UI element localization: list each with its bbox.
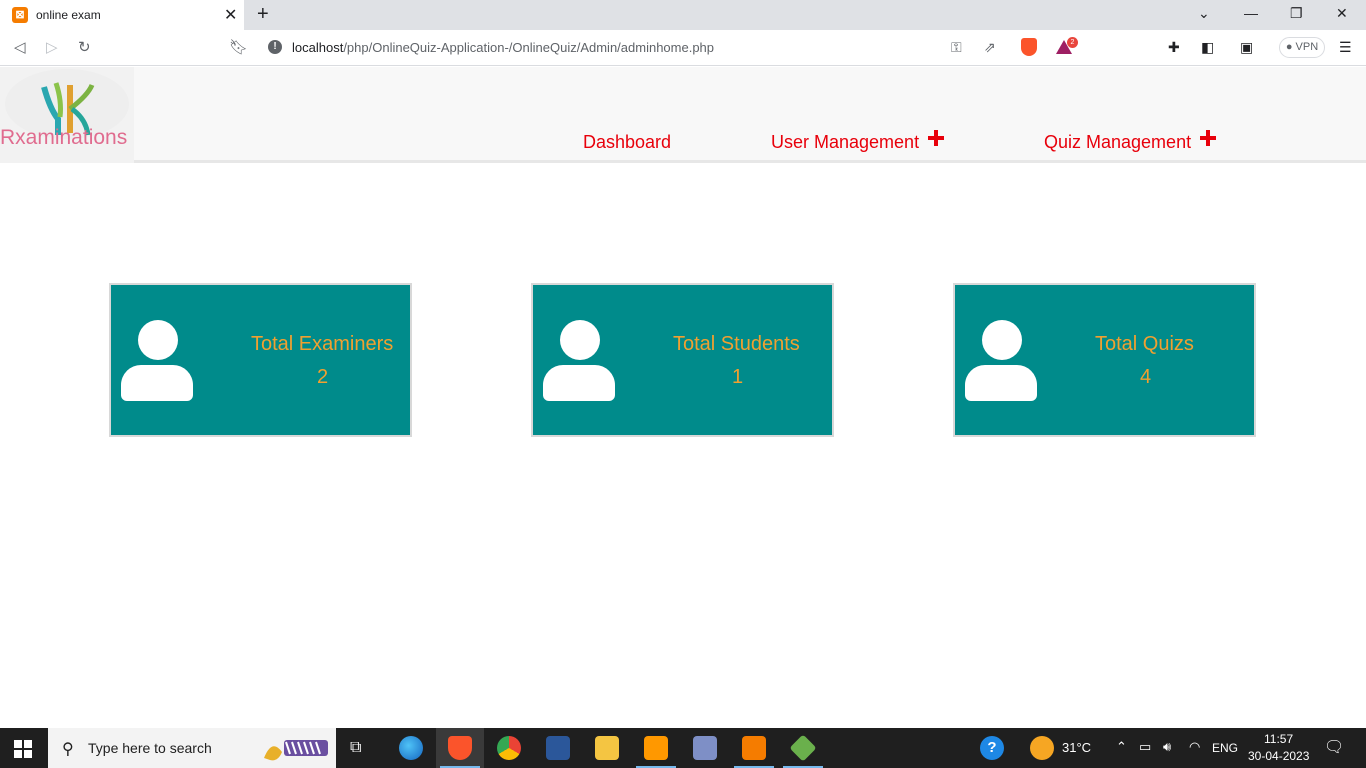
browser-tab[interactable]: ⊠ online exam ✕ [0,0,244,30]
search-placeholder: Type here to search [88,740,212,756]
windows-taskbar: ⚲ Type here to search ⧉ ? 31°C ⌃ ▭ 🔊︎ ◠ … [0,728,1366,768]
show-hidden-icons[interactable]: ⌃ [1116,739,1127,755]
windows-start-icon[interactable] [14,740,32,758]
stat-card-students: Total Students 1 [531,283,834,437]
xampp-favicon-icon: ⊠ [12,7,28,23]
taskbar-search-box[interactable]: ⚲ Type here to search [48,728,336,768]
bookmark-icon[interactable]: 🔖︎ [229,38,248,56]
tab-search-chevron-icon[interactable]: ⌄ [1198,5,1210,22]
stat-value: 2 [317,366,329,388]
user-icon [982,320,1022,360]
stat-value: 1 [732,366,744,388]
extensions-icon[interactable]: ✚ [1168,39,1180,56]
wifi-icon[interactable]: ◠ [1189,739,1200,755]
forward-icon[interactable]: ▷ [46,38,58,56]
vpn-dot-icon: ● [1285,41,1296,53]
stat-card-examiners: Total Examiners 2 [109,283,412,437]
nav-user-management[interactable]: User Management [771,132,919,153]
rewards-badge: 2 [1067,37,1078,48]
file-explorer-icon[interactable] [595,736,619,760]
search-icon: ⚲ [62,741,74,758]
brave-taskbar-icon[interactable] [448,736,472,760]
share-icon[interactable]: ⇗ [984,39,996,56]
url-text[interactable]: localhost/php/OnlineQuiz-Application-/On… [292,40,714,55]
user-icon-body [121,365,193,401]
back-icon[interactable]: ◁ [14,38,26,56]
brave-shields-icon[interactable] [1021,38,1037,56]
user-management-expand-icon[interactable] [928,130,944,146]
quiz-management-expand-icon[interactable] [1200,130,1216,146]
sidebar-icon[interactable]: ◧ [1201,39,1214,56]
site-header: Rxaminations Dashboard User Management Q… [0,67,1366,163]
word-icon[interactable] [546,736,570,760]
python-icon[interactable] [693,736,717,760]
weather-icon[interactable] [1030,736,1054,760]
reload-icon[interactable]: ↻ [78,38,91,56]
clock-date[interactable]: 30-04-2023 [1248,749,1309,763]
nav-dashboard[interactable]: Dashboard [583,132,671,153]
site-info-icon[interactable]: ! [268,40,282,54]
user-icon-body [965,365,1037,401]
stat-label: Total Examiners [251,333,394,355]
user-icon [138,320,178,360]
stat-label: Total Students [673,333,800,355]
tab-title: online exam [36,8,101,22]
vpn-label: VPN [1295,41,1319,53]
chrome-icon[interactable] [497,736,521,760]
sublime-text-icon[interactable] [644,736,668,760]
minimize-icon[interactable]: — [1244,5,1258,21]
battery-icon[interactable]: ▭ [1139,739,1151,755]
stat-value: 4 [1140,366,1152,388]
new-tab-icon[interactable]: + [257,3,269,26]
close-tab-icon[interactable]: ✕ [224,5,237,25]
logo[interactable]: Rxaminations [0,67,134,163]
stat-card-quizzes: Total Quizs 4 [953,283,1256,437]
volume-icon[interactable]: 🔊︎ [1163,739,1171,755]
vpn-button[interactable]: ● VPN [1279,37,1325,58]
edge-icon[interactable] [399,736,423,760]
url-path: /php/OnlineQuiz-Application-/OnlineQuiz/… [343,40,715,55]
key-icon[interactable]: ⚿ [951,39,962,56]
user-icon-body [543,365,615,401]
brand-name: Rxaminations [0,126,128,149]
task-view-icon[interactable]: ⧉ [350,739,361,757]
search-highlight-icon [264,740,328,761]
nav-quiz-management[interactable]: Quiz Management [1044,132,1191,153]
wallet-icon[interactable]: ▣ [1240,39,1253,56]
git-icon[interactable] [789,734,817,762]
browser-tab-strip: ⊠ online exam ✕ + ⌄ — ❐ ✕ [0,0,1366,30]
window-close-icon[interactable]: ✕ [1336,5,1348,22]
stat-label: Total Quizs [1095,333,1194,355]
xampp-icon[interactable] [742,736,766,760]
browser-toolbar: ◁ ▷ ↻ 🔖︎ ! localhost/php/OnlineQuiz-Appl… [0,30,1366,66]
help-icon[interactable]: ? [980,736,1004,760]
weather-temperature[interactable]: 31°C [1062,740,1091,755]
language-indicator[interactable]: ENG [1212,741,1238,755]
user-icon [560,320,600,360]
restore-icon[interactable]: ❐ [1290,5,1303,22]
url-host: localhost [292,40,344,55]
clock-time[interactable]: 11:57 [1264,732,1293,746]
menu-icon[interactable]: ☰ [1339,39,1352,56]
notification-icon[interactable]: 🗨︎ [1324,737,1344,757]
